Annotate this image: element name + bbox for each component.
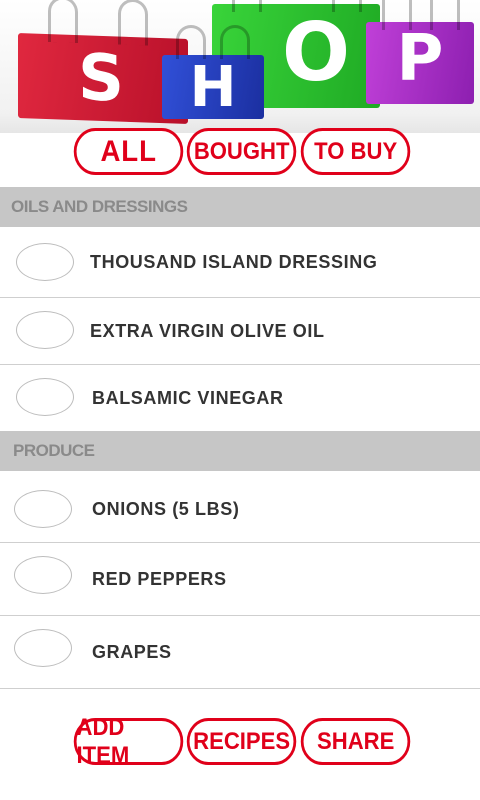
list-item[interactable]: BALSAMIC VINEGAR xyxy=(0,365,480,431)
item-checkbox[interactable] xyxy=(14,629,72,667)
item-checkbox[interactable] xyxy=(14,490,72,528)
item-checkbox[interactable] xyxy=(16,243,74,281)
filter-to-buy-button[interactable]: TO BUY xyxy=(300,128,411,175)
banner-letter-s: S xyxy=(78,41,125,117)
item-checkbox[interactable] xyxy=(16,378,74,416)
purple-shopping-bag-icon: P xyxy=(366,0,474,104)
section-header-oils-and-dressings: OILS AND DRESSINGS xyxy=(0,187,480,227)
list-item[interactable]: THOUSAND ISLAND DRESSING xyxy=(0,227,480,298)
item-label: EXTRA VIRGIN OLIVE OIL xyxy=(90,321,325,341)
banner-letter-p: P xyxy=(396,22,444,96)
banner-letter-o: O xyxy=(281,6,350,99)
share-button[interactable]: SHARE xyxy=(300,718,411,765)
banner-letter-h: H xyxy=(189,55,237,120)
filter-tabs: ALL BOUGHT TO BUY xyxy=(69,128,415,175)
list-item[interactable]: GRAPES xyxy=(0,616,480,689)
recipes-button[interactable]: RECIPES xyxy=(187,718,297,765)
section-header-produce: PRODUCE xyxy=(0,431,480,471)
item-label: BALSAMIC VINEGAR xyxy=(92,388,284,408)
item-checkbox[interactable] xyxy=(14,556,72,594)
item-label: RED PEPPERS xyxy=(92,569,227,589)
blue-shopping-bag-icon: H xyxy=(162,25,264,120)
list-item[interactable]: ONIONS (5 LBS) xyxy=(0,471,480,543)
list-item[interactable]: EXTRA VIRGIN OLIVE OIL xyxy=(0,298,480,365)
shopping-list: OILS AND DRESSINGS THOUSAND ISLAND DRESS… xyxy=(0,187,480,689)
add-item-button[interactable]: ADD ITEM xyxy=(73,714,184,769)
item-label: ONIONS (5 LBS) xyxy=(92,499,240,519)
action-bar: ADD ITEM RECIPES SHARE xyxy=(69,714,415,769)
shop-banner-image: S O H P xyxy=(0,0,480,133)
list-item[interactable]: RED PEPPERS xyxy=(0,543,480,616)
item-checkbox[interactable] xyxy=(16,311,74,349)
item-label: GRAPES xyxy=(92,642,172,662)
filter-all-button[interactable]: ALL xyxy=(73,128,184,175)
filter-bought-button[interactable]: BOUGHT xyxy=(187,128,297,175)
item-label: THOUSAND ISLAND DRESSING xyxy=(90,252,378,272)
